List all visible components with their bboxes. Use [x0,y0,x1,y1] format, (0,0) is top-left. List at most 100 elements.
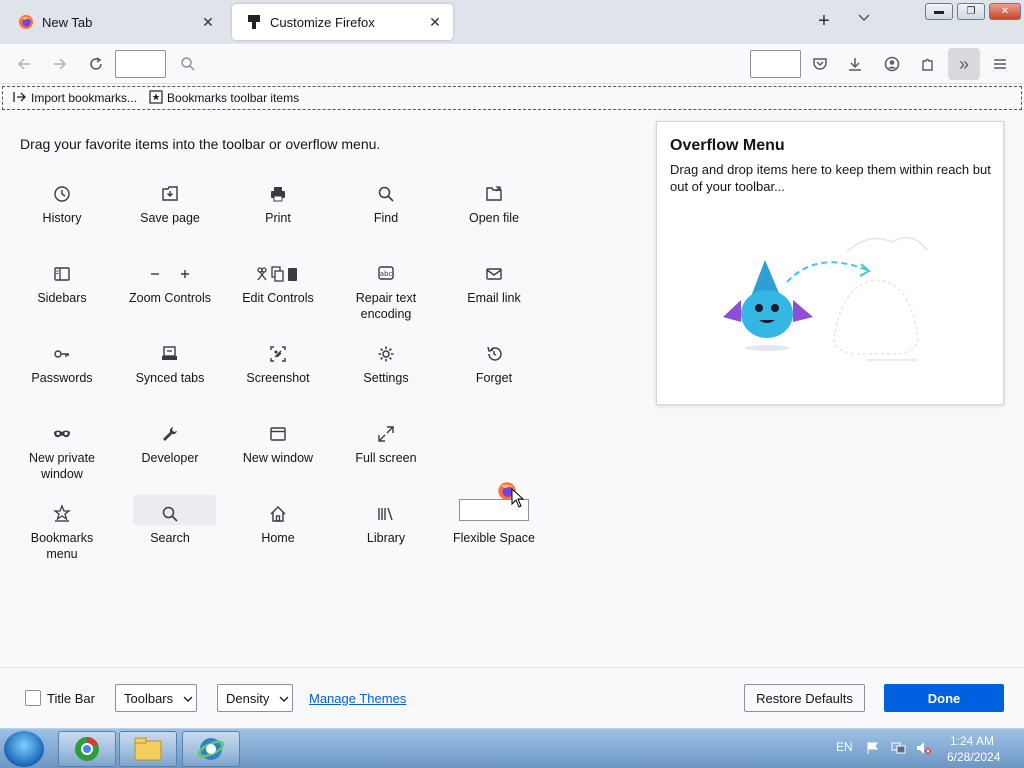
title-bar-checkbox[interactable] [25,690,41,706]
start-orb-icon[interactable] [4,731,44,767]
close-window-icon[interactable]: ✕ [989,3,1021,20]
palette-item-synced-tabs[interactable]: Synced tabs [120,342,220,386]
palette-item-label: Flexible Space [453,531,535,545]
action-center-flag-icon[interactable] [866,741,880,758]
bookmarks-toolbar-items-label: Bookmarks toolbar items [167,91,300,105]
overflow-menu-title: Overflow Menu [670,137,785,154]
palette-item-label: Bookmarks menu [30,531,94,561]
palette-item-forget[interactable]: Forget [444,342,544,386]
density-dropdown[interactable]: Density [217,684,293,712]
customize-brush-icon [246,14,262,30]
bookmarks-toolbar-items[interactable]: Bookmarks toolbar items [149,89,300,107]
taskbar-ie-globe-icon[interactable] [182,731,240,767]
palette-item-label: Home [261,531,295,545]
palette-item-label: Screenshot [246,371,310,385]
new-tab-plus-icon[interactable]: + [812,10,836,34]
flexible-space-placeholder[interactable] [115,50,166,78]
palette-item-email-link[interactable]: Email link [444,262,544,306]
star-box-icon [149,89,163,107]
envelope-icon [444,262,544,286]
restore-window-icon[interactable]: ❐ [957,3,985,20]
palette-item-open-file[interactable]: Open file [444,182,544,226]
taskbar-explorer-folder-icon[interactable] [119,731,177,767]
pocket-icon[interactable] [808,52,832,76]
title-bar-label: Title Bar [47,691,95,706]
reload-icon[interactable] [84,52,108,76]
palette-item-label: Full screen [355,451,417,465]
tab-new-tab[interactable]: New Tab ✕ [4,4,226,40]
palette-item-sidebars[interactable]: Sidebars [12,262,112,306]
mouse-pointer-icon [511,487,525,513]
overflow-menu-description: Drag and drop items here to keep them wi… [670,162,991,194]
palette-item-new-private-window[interactable]: New private window [12,422,112,482]
palette-item-label: Synced tabs [135,371,205,385]
manage-themes-link[interactable]: Manage Themes [309,691,406,706]
palette-item-full-screen[interactable]: Full screen [336,422,436,466]
sidebar-icon [12,262,112,286]
list-all-tabs-chevron-icon[interactable] [852,10,876,34]
text-encoding-icon: abc [336,262,436,286]
toolbars-dropdown[interactable]: Toolbars [115,684,197,712]
screenshot-icon [228,342,328,366]
palette-item-label: Open file [468,211,520,225]
done-button[interactable]: Done [884,684,1004,712]
palette-item-history[interactable]: History [12,182,112,226]
close-tab-icon[interactable]: ✕ [427,14,443,30]
import-icon [13,90,27,107]
overflow-menu-panel[interactable]: Overflow Menu Drag and drop items here t… [656,121,1004,405]
overflow-menu-chevron-icon[interactable]: » [948,48,980,80]
palette-item-settings[interactable]: Settings [336,342,436,386]
palette-item-label: Search [150,531,190,545]
clock-date[interactable]: 6/28/2024 [947,750,1000,764]
palette-item-repair-text-encoding[interactable]: abc Repair text encoding [336,262,436,322]
bookmarks-menu-icon [12,502,112,526]
chevron-down-icon [279,691,289,706]
palette-item-library[interactable]: Library [336,502,436,546]
language-indicator[interactable]: EN [836,740,853,754]
tab-strip: New Tab ✕ Customize Firefox ✕ + ▬ ❐ ✕ [0,0,1024,44]
volume-muted-icon[interactable] [916,741,932,758]
palette-item-developer[interactable]: Developer [120,422,220,466]
tab-customize-firefox[interactable]: Customize Firefox ✕ [232,4,453,40]
magnifier-icon [336,182,436,206]
palette-item-label: Sidebars [37,291,87,305]
palette-item-passwords[interactable]: Passwords [12,342,112,386]
palette-item-zoom-controls[interactable]: Zoom Controls [120,262,220,306]
palette-item-find[interactable]: Find [336,182,436,226]
palette-item-home[interactable]: Home [228,502,328,546]
flexible-space-placeholder[interactable] [750,50,801,78]
import-bookmarks-button[interactable]: Import bookmarks... [13,90,137,107]
restore-defaults-button[interactable]: Restore Defaults [744,684,865,712]
hamburger-menu-icon[interactable] [988,52,1012,76]
forward-arrow-icon[interactable] [48,52,72,76]
palette-item-print[interactable]: Print [228,182,328,226]
density-dropdown-label: Density [226,690,270,706]
taskbar-app-chrome-icon[interactable] [58,731,116,767]
palette-item-flexible-space[interactable]: Flexible Space [444,502,544,546]
palette-item-label: Library [366,531,406,545]
palette-item-search[interactable]: Search [120,502,220,546]
window-icon [228,422,328,446]
palette-item-label: New private window [29,451,95,481]
palette-item-new-window[interactable]: New window [228,422,328,466]
palette-item-edit-controls[interactable]: Edit Controls [228,262,328,306]
network-icon[interactable] [891,741,907,758]
account-icon[interactable] [880,52,904,76]
toolbars-dropdown-label: Toolbars [124,690,174,706]
minimize-window-icon[interactable]: ▬ [925,3,953,20]
back-arrow-icon[interactable] [12,52,36,76]
downloads-icon[interactable] [843,52,867,76]
extensions-puzzle-icon[interactable] [916,52,940,76]
close-tab-icon[interactable]: ✕ [200,14,216,30]
palette-item-label: Passwords [31,371,93,385]
clock-time[interactable]: 1:24 AM [950,734,994,748]
palette-item-label: New window [242,451,314,465]
palette-item-screenshot[interactable]: Screenshot [228,342,328,386]
printer-icon [228,182,328,206]
palette-item-save-page[interactable]: Save page [120,182,220,226]
palette-item-bookmarks-menu[interactable]: Bookmarks menu [12,502,112,562]
palette-item-label: Forget [475,371,513,385]
search-icon[interactable] [176,52,200,76]
palette-item-label: Save page [140,211,200,225]
palette-item-label: Developer [141,451,199,465]
